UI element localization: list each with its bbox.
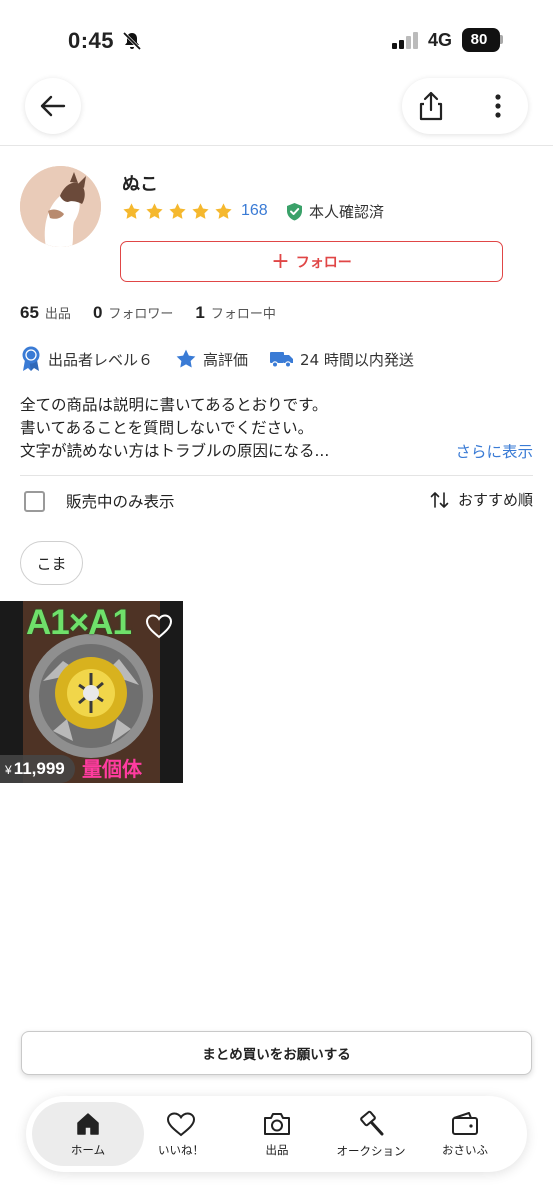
heart-icon [166,1111,196,1136]
seller-name: ぬこ [122,174,158,195]
product-image-caption: 量個体 [82,757,142,781]
badge-label: 出品者レベル６ [48,350,154,369]
star-icon [123,202,140,219]
sort-icon [430,491,449,508]
stat-listings[interactable]: 65 出品 [20,303,71,323]
avatar[interactable] [20,166,101,247]
stat-label: フォロワー [108,307,174,322]
description-line: 書いてあることを質問しないでください。 [20,419,314,437]
bottom-nav: ホーム いいね！ 出品 オークション おさいふ [26,1096,527,1172]
nav-likes[interactable]: いいね！ [133,1096,229,1172]
on-sale-only-label[interactable]: 販売中のみ表示 [66,490,175,512]
description-line: 文字が読めない方はトラブルの原因になる... [20,442,330,460]
product-tile[interactable]: A1×A1 量個体 ¥ 11,999 [0,601,183,783]
description-line: 全ての商品は説明に書いてあるとおりです。 [20,396,328,414]
camera-icon [264,1112,290,1135]
status-time: 0:45 [68,28,115,53]
stat-value: 65 [20,303,39,322]
nav-home[interactable]: ホーム [32,1102,144,1166]
badge-label: 24 時間以内発送 [300,350,414,369]
nav-label: おさいふ [442,1142,488,1157]
more-vertical-icon[interactable] [486,92,510,120]
home-icon [77,1112,99,1135]
heart-icon[interactable] [145,613,173,639]
signal-icon [392,32,418,49]
stat-following[interactable]: 1 フォロー中 [195,303,275,323]
nav-label: 出品 [265,1142,289,1157]
stat-label: 出品 [44,307,71,322]
badge-high-rating: 高評価 [175,348,248,370]
tag-chip[interactable]: こま [20,541,83,585]
verified-badge: 本人確認済 [286,200,384,222]
on-sale-only-checkbox[interactable] [24,490,45,512]
follow-label: フォロー [295,254,352,271]
divider [20,475,533,476]
sort-label: おすすめ順 [457,491,533,509]
seller-badges: 出品者レベル６ 高評価 24 時間以内発送 [20,346,436,372]
header-actions [402,78,528,134]
star-icon [176,349,196,368]
network-type: 4G [428,30,453,50]
seller-rating[interactable]: 168 [122,200,268,222]
arrow-left-icon [40,95,66,117]
battery-level: 80 [462,28,500,52]
filter-row: 販売中のみ表示 おすすめ順 [20,487,533,515]
nav-sell[interactable]: 出品 [229,1096,325,1172]
header [0,74,553,146]
nav-auction[interactable]: オークション [323,1096,419,1172]
bell-muted-icon [122,31,142,51]
share-icon[interactable] [416,90,446,122]
stat-value: 0 [92,303,103,322]
seller-description: 全ての商品は説明に書いてあるとおりです。 書いてあることを質問しないでください。… [20,394,329,463]
cat-avatar-icon [20,166,101,247]
price-amount: 11,999 [13,759,65,778]
nav-label: ホーム [70,1142,106,1157]
battery-icon [500,35,503,44]
medal-icon [22,346,40,371]
product-image-text: A1×A1 [26,603,132,642]
show-more-link[interactable]: さらに表示 [455,440,533,462]
wallet-icon [452,1111,478,1135]
nav-wallet[interactable]: おさいふ [417,1096,513,1172]
star-icon [215,202,232,219]
seller-stats: 65 出品 0 フォロワー 1 フォロー中 [20,303,298,323]
star-icon [192,202,209,219]
sort-button[interactable]: おすすめ順 [430,489,533,510]
badge-seller-level: 出品者レベル６ [20,346,153,372]
star-icon [146,202,163,219]
truck-icon [270,352,294,368]
back-button[interactable] [25,78,81,134]
stat-label: フォロー中 [210,307,276,322]
badge-fast-shipping: 24 時間以内発送 [270,349,414,370]
star-icon [169,202,186,219]
product-price: ¥ 11,999 [0,755,75,783]
badge-label: 高評価 [203,350,249,369]
plus-icon: + [271,248,290,274]
shield-check-icon [287,202,302,220]
stat-followers[interactable]: 0 フォロワー [93,303,173,323]
verified-label: 本人確認済 [309,202,385,221]
status-bar: 0:45 4G 80 [0,0,553,80]
gavel-icon [360,1110,384,1135]
follow-button[interactable]: + フォロー [120,241,503,282]
rating-count: 168 [241,202,268,219]
currency-symbol: ¥ [5,763,12,777]
nav-label: オークション [336,1143,406,1158]
bundle-request-button[interactable]: まとめ買いをお願いする [21,1031,532,1075]
stat-value: 1 [195,303,205,322]
nav-label: いいね！ [158,1142,204,1157]
